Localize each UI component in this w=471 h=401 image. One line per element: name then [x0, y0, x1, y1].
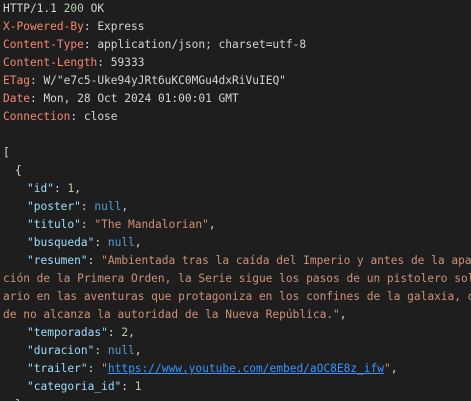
json-string-wrap: ción de la Primera Orden, la Serie sigue…	[0, 270, 471, 288]
header-date: Date: Mon, 28 Oct 2024 01:00:01 GMT	[3, 92, 239, 105]
json-key: "resumen"	[27, 254, 88, 267]
json-key: "categoria_id"	[27, 380, 122, 393]
header-value: Mon, 28 Oct 2024 01:00:01 GMT	[43, 92, 239, 105]
json-field-categoria-id: "categoria_id": 1	[27, 380, 142, 393]
header-key: X-Powered-By	[3, 20, 84, 33]
json-field-titulo: "titulo": "The Mandalorian",	[27, 218, 216, 231]
header-value: W/"e7c5-Uke94yJRt6uKC0MGu4dxRiVuIEQ"	[43, 74, 286, 87]
header-value: close	[83, 110, 118, 123]
protocol: HTTP/1.1	[3, 2, 57, 15]
json-null: null	[94, 200, 122, 213]
json-string: "The Mandalorian"	[94, 218, 209, 231]
json-field-trailer: "trailer": "https://www.youtube.com/embe…	[27, 362, 398, 375]
header-etag: ETag: W/"e7c5-Uke94yJRt6uKC0MGu4dxRiVuIE…	[3, 74, 286, 87]
json-key: "duracion"	[27, 344, 95, 357]
header-connection: Connection: close	[3, 110, 118, 123]
header-value: application/json; charset=utf-8	[97, 38, 307, 51]
header-x-powered-by: X-Powered-By: Express	[3, 20, 145, 33]
json-key: "busqueda"	[27, 236, 95, 249]
json-null: null	[107, 236, 135, 249]
json-open-brace: {	[15, 164, 22, 177]
header-key: Connection	[3, 110, 71, 123]
trailer-link[interactable]: https://www.youtube.com/embed/aOC8E8z_if…	[108, 362, 384, 375]
header-key: Content-Length	[3, 56, 98, 69]
header-value: Express	[97, 20, 145, 33]
json-string-continuation: ario en las aventuras que protagoniza en…	[3, 290, 471, 303]
json-string-wrap: ario en las aventuras que protagoniza en…	[0, 288, 471, 306]
json-key: "trailer"	[27, 362, 88, 375]
status-text: OK	[90, 2, 105, 15]
header-content-length: Content-Length: 59333	[3, 56, 145, 69]
header-key: Date	[3, 92, 30, 105]
json-field-id: "id": 1,	[27, 182, 81, 195]
json-key: "poster"	[27, 200, 81, 213]
json-key: "titulo"	[27, 218, 81, 231]
json-field-temporadas: "temporadas": 2,	[27, 326, 135, 339]
header-content-type: Content-Type: application/json; charset=…	[3, 38, 307, 51]
json-field-resumen: "resumen": "Ambientada tras la caída del…	[0, 252, 471, 270]
response-viewer: HTTP/1.1 200 OK X-Powered-By: Express Co…	[0, 0, 471, 401]
json-string: "Ambientada tras la caída del Imperio y …	[101, 254, 471, 267]
header-key: ETag	[3, 74, 30, 87]
json-number: 1	[134, 380, 142, 393]
header-value: 59333	[110, 56, 145, 69]
json-key: "temporadas"	[27, 326, 108, 339]
json-close-brace: },	[0, 396, 471, 401]
json-number: 1	[67, 182, 75, 195]
json-number: 2	[121, 326, 129, 339]
json-string-continuation: ción de la Primera Orden, la Serie sigue…	[3, 272, 471, 285]
json-null: null	[107, 344, 135, 357]
json-string-wrap: de no alcanza la autoridad de la Nueva R…	[3, 308, 347, 321]
json-key: "id"	[27, 182, 54, 195]
header-key: Content-Type	[3, 38, 84, 51]
json-field-duracion: "duracion": null,	[27, 344, 142, 357]
json-open-bracket: [	[3, 146, 10, 159]
json-string-continuation: de no alcanza la autoridad de la Nueva R…	[3, 308, 340, 321]
status-line: HTTP/1.1 200 OK	[0, 0, 471, 18]
json-field-poster: "poster": null,	[27, 200, 129, 213]
status-code: 200	[63, 2, 84, 15]
json-field-busqueda: "busqueda": null,	[27, 236, 142, 249]
